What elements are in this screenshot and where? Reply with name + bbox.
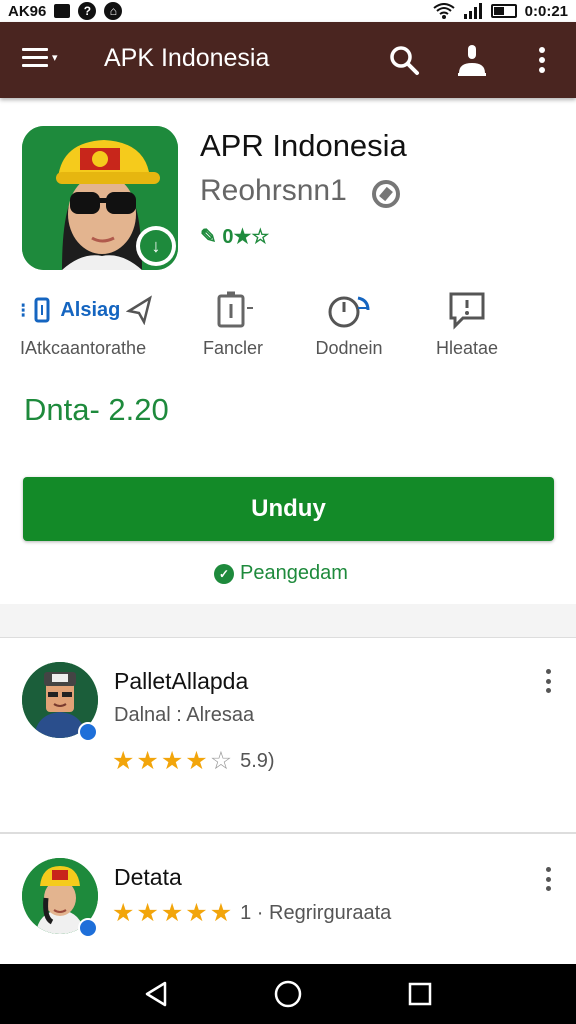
section-divider [0, 604, 576, 638]
wifi-icon [433, 3, 455, 19]
reviewer-verified-icon [78, 918, 98, 938]
status-left: AK96 ? ⌂ [8, 2, 123, 20]
info-icon: ⁝ [20, 299, 27, 322]
image-notification-icon [54, 4, 71, 18]
app-notification-icon: ⌂ [104, 2, 123, 20]
verified-developer-icon [372, 180, 400, 208]
edit-icon: ✎ [200, 226, 217, 248]
home-button[interactable] [268, 974, 308, 1014]
stat-size-label: Fancler [202, 338, 264, 358]
status-time: 0:0:21 [524, 2, 568, 20]
back-triangle-icon [145, 981, 167, 1007]
stat-size[interactable]: Fancler [168, 286, 298, 359]
status-text: AK96 [8, 2, 47, 20]
star-icon: ★ [160, 747, 184, 775]
phone-icon [217, 291, 253, 328]
battery-icon [490, 4, 517, 18]
app-rating-text: 0★☆ [222, 226, 270, 248]
send-icon [126, 295, 153, 325]
comment-icon [449, 292, 485, 330]
signal-icon [463, 3, 482, 19]
star-half-icon: ★ [185, 747, 208, 775]
app-bar-title: APK Indonesia [104, 44, 270, 72]
download-check-icon: ↓ [140, 230, 172, 262]
stat-category-icons: ⁝ Alsiag [20, 286, 176, 334]
star-icon: ★ [209, 899, 233, 927]
status-right: 0:0:21 [433, 3, 568, 20]
hamburger-icon [22, 48, 48, 67]
star-outline-icon: ☆ [209, 747, 233, 775]
chevron-down-icon: ▾ [52, 52, 58, 64]
help-notification-icon: ? [78, 2, 97, 20]
home-circle-icon [274, 980, 302, 1008]
stat-size-icon-box [168, 286, 298, 334]
installed-badge: ↓ [136, 226, 176, 266]
review-more-button[interactable] [538, 864, 558, 894]
stat-category-label: IAtkcaantorathe [20, 338, 147, 358]
review-rating-text: 1 · Regrirguraata [240, 901, 392, 924]
version-text: Dnta- 2.20 [24, 392, 169, 427]
app-developer[interactable]: Reohrsnn1 [200, 174, 347, 208]
reviewer-name: PalletAllapda [114, 668, 249, 694]
timer-icon [328, 296, 370, 328]
tag-icon [34, 297, 50, 323]
search-button[interactable] [384, 40, 424, 80]
more-vert-icon [539, 47, 545, 73]
star-icon: ★ [136, 747, 159, 775]
star-icon: ★ [160, 899, 184, 927]
app-name: APR Indonesia [200, 128, 407, 163]
star-icon: ★ [112, 899, 135, 927]
stat-category[interactable]: ⁝ Alsiag IAtkcaantorathe [20, 286, 176, 359]
overflow-menu-button[interactable] [522, 40, 562, 80]
stat-reviews-label: Hleatae [435, 338, 499, 358]
reviewer-name: Detata [114, 864, 182, 890]
review-rating-text: 5.9) [240, 749, 275, 772]
stat-downloads[interactable]: Dodnein [284, 286, 414, 359]
system-nav-bar [0, 964, 576, 1024]
stat-downloads-icon-box [284, 286, 414, 334]
recents-button[interactable] [400, 974, 440, 1014]
download-button[interactable]: Unduy [23, 477, 554, 541]
stat-downloads-label: Dodnein [315, 338, 383, 358]
review-stars: ★ ★ ★ ★ ☆ 5.9) [112, 746, 275, 776]
status-bar: AK96 ? ⌂ 0:0:21 [0, 0, 576, 22]
stat-category-top: Alsiag [60, 298, 121, 321]
recents-square-icon [408, 982, 432, 1006]
star-icon: ★ [136, 899, 159, 927]
review-subtitle: Dalnal : Alresaa [114, 704, 255, 726]
account-icon [458, 45, 486, 76]
account-button[interactable] [452, 40, 492, 80]
stat-reviews-icon-box [402, 286, 532, 334]
star-icon: ★ [112, 747, 135, 775]
verified-link[interactable]: ✓ Peangedam [214, 562, 348, 585]
menu-button[interactable]: ▾ [22, 48, 58, 67]
back-button[interactable] [136, 974, 176, 1014]
review-stars: ★ ★ ★ ★ ★ 1 · Regrirguraata [112, 898, 391, 928]
app-rating: ✎ 0★☆ [200, 224, 269, 249]
verified-check-icon: ✓ [214, 563, 234, 584]
search-icon [390, 46, 419, 75]
screen: AK96 ? ⌂ 0:0:21 ▾ APK Indonesia ↓ APR In… [0, 0, 576, 1024]
review-card[interactable]: PalletAllapda Dalnal : Alresaa ★ ★ ★ ★ ☆… [0, 638, 576, 834]
verified-label: Peangedam [240, 562, 348, 584]
star-icon: ★ [185, 899, 208, 927]
app-bar: ▾ APK Indonesia [0, 22, 576, 98]
review-more-button[interactable] [538, 666, 558, 696]
reviewer-verified-icon [78, 722, 98, 742]
review-card[interactable]: Detata ★ ★ ★ ★ ★ 1 · Regrirguraata [0, 836, 576, 966]
stat-reviews[interactable]: Hleatae [402, 286, 532, 359]
